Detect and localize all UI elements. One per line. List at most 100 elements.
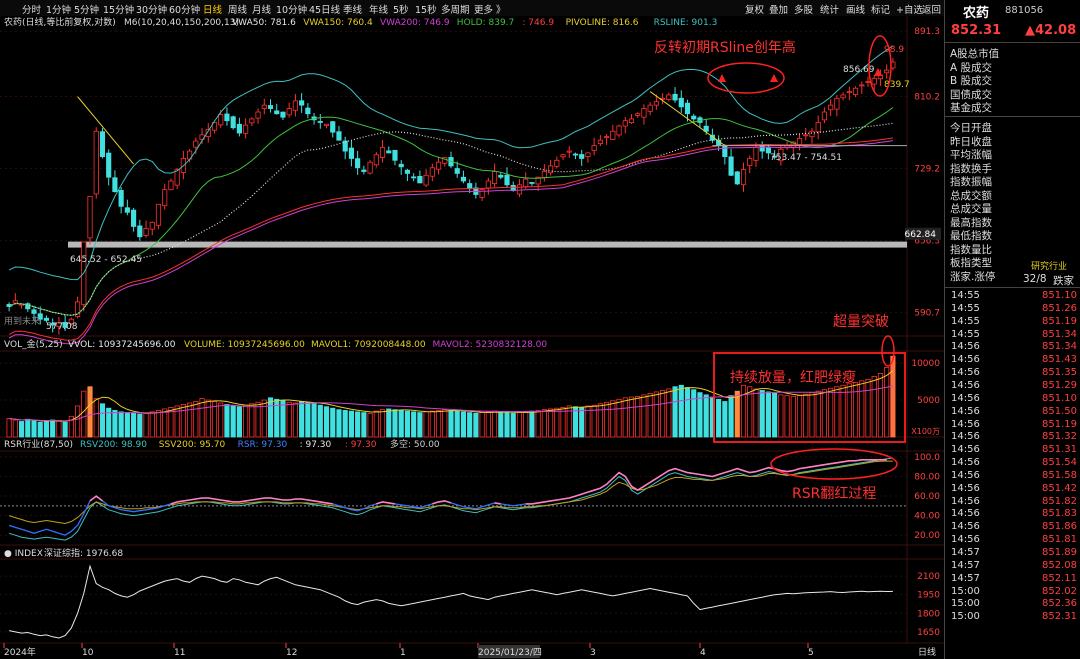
tick-price: 852.11: [1042, 572, 1077, 584]
candle-body: [523, 178, 529, 188]
tick-row: 14:56 851.19: [945, 419, 1080, 432]
candle-body: [691, 115, 697, 120]
tick-time: 15:00: [951, 611, 980, 623]
volume-bar: [404, 410, 411, 438]
volume-bar: [429, 410, 435, 438]
rsr-legend-item: SSV200: 95.70: [159, 440, 226, 450]
quote-sidebar: 农药 881056 852.31 ▲42.08 A股总市值 A 股成交 B 股成交国…: [944, 0, 1080, 659]
sidebar-divider: [945, 287, 1080, 288]
candle-body: [516, 184, 523, 195]
volume-legend-item: MAVOL2: 5230832128.00: [433, 340, 548, 350]
tick-row: 14:57 852.08: [945, 560, 1080, 573]
sidebar-divider: [945, 116, 1080, 117]
tick-time: 14:56: [951, 457, 980, 469]
candle-body: [367, 161, 373, 174]
price-marker: 662.84: [905, 230, 937, 240]
indicator-name: M6(10,20,40,150,200,13): [124, 18, 239, 28]
volume-bar: [37, 421, 43, 438]
volume-bar: [243, 404, 249, 438]
candle-body: [653, 101, 659, 106]
tick-price: 851.42: [1042, 482, 1077, 494]
usage-note: 用到未来: [4, 315, 40, 327]
tick-row: 14:56 851.58: [945, 470, 1080, 483]
candle-body: [99, 131, 106, 158]
volume-bar: [479, 412, 485, 438]
volume-bar: [803, 393, 809, 438]
chart-area: 891.3810.2729.2656.3590.7662.84用到未来 577.0…: [0, 16, 944, 658]
price-legend-item: HOLD: 839.7: [457, 18, 514, 28]
volume-bar: [523, 411, 529, 438]
volume-bar: [342, 409, 348, 438]
price-legend-item: VWA200: 746.9: [380, 18, 450, 28]
tick-time: 14:56: [951, 508, 980, 520]
candle-body: [93, 130, 99, 195]
tick-time: 14:56: [951, 354, 980, 366]
tick-row: 14:56 851.86: [945, 521, 1080, 534]
candle-body: [12, 300, 18, 304]
volume-bar: [131, 412, 137, 438]
candle-body: [143, 228, 149, 236]
volume-bar: [796, 395, 803, 438]
volume-bar: [442, 409, 448, 438]
candle-body: [560, 154, 566, 158]
candle-body: [243, 124, 249, 134]
candle-body: [280, 111, 286, 118]
tick-price: 851.29: [1042, 379, 1077, 391]
rsline-callout: 反转初期RSline创年高: [654, 39, 796, 56]
index-legend: 深证综指: 1976.68: [44, 547, 123, 559]
candle-body: [610, 130, 616, 140]
candle-body: [747, 158, 753, 166]
volume-bar: [778, 394, 784, 438]
tick-price: 851.54: [1042, 457, 1077, 469]
candle-body: [635, 113, 641, 116]
tick-price: 852.02: [1042, 585, 1077, 597]
tick-time: 14:56: [951, 367, 980, 379]
y-tick-label: 810.2: [914, 92, 940, 102]
volume-bar: [305, 401, 311, 438]
tick-time: 14:57: [951, 572, 980, 584]
candle-body: [379, 147, 386, 158]
volume-bar: [62, 421, 68, 438]
tick-time: 14:56: [951, 521, 980, 533]
volume-bar: [93, 398, 99, 438]
tick-row: 15:00 852.31: [945, 611, 1080, 624]
tick-price: 851.26: [1042, 302, 1077, 314]
x-tick-label: 4: [700, 648, 706, 658]
volume-bar: [74, 405, 81, 438]
tick-time: 14:55: [951, 315, 980, 327]
y-tick-label: 60.00: [914, 492, 940, 502]
candle-body: [404, 169, 411, 174]
tick-time: 14:56: [951, 341, 980, 353]
candle-body: [852, 87, 859, 95]
volume-bar: [81, 390, 87, 438]
y-tick-label: 891.3: [914, 27, 940, 37]
candle-body: [392, 149, 398, 161]
volume-bar: [454, 410, 460, 438]
volume-bar: [628, 396, 635, 438]
tick-time: 14:56: [951, 495, 980, 507]
tick-time: 14:56: [951, 444, 980, 456]
volume-bar: [660, 390, 666, 438]
volume-bar: [510, 412, 516, 438]
x-tick-label: 12: [286, 648, 297, 658]
volume-bar: [162, 408, 168, 438]
candle-body: [641, 108, 647, 118]
candle-body: [859, 84, 865, 87]
price-legend-item: VWA50: 781.6: [232, 18, 296, 28]
price-panel-title: 农药(日线,等比前复权,对数): [4, 16, 116, 28]
candle-body: [193, 140, 199, 148]
candle-body: [423, 174, 429, 186]
candle-body: [678, 97, 684, 108]
candle-body: [809, 130, 815, 138]
volume-bar: [716, 398, 722, 438]
volume-bar: [541, 409, 547, 438]
candle-body: [821, 111, 828, 121]
tick-time: 14:55: [951, 328, 980, 340]
volume-bar: [790, 395, 796, 438]
tick-row: 14:56 851.10: [945, 393, 1080, 406]
volume-bar: [579, 407, 585, 438]
volume-bar: [87, 386, 93, 438]
volume-bar: [379, 409, 386, 438]
security-code: 881056: [1005, 5, 1044, 16]
volume-bar: [205, 399, 211, 438]
